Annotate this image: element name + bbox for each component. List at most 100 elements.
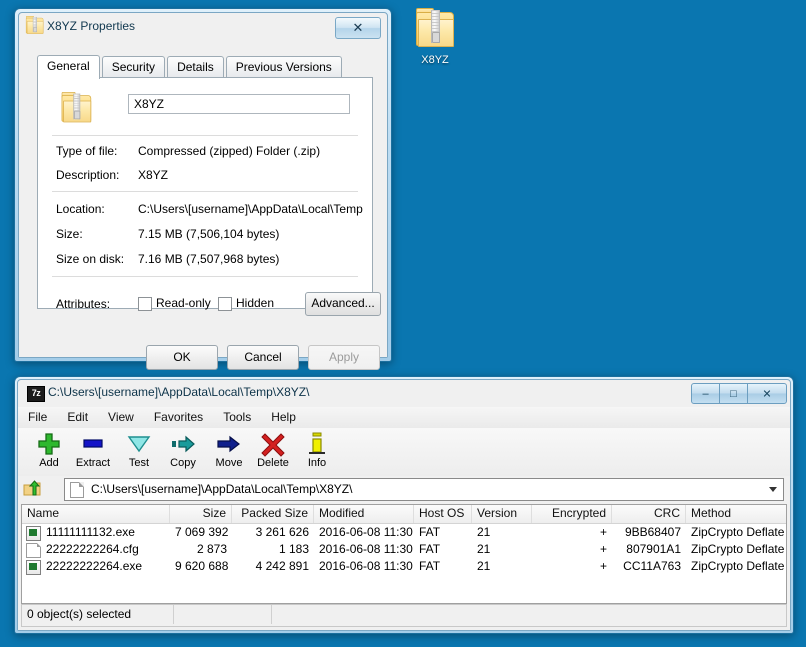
toolbar-extract-button[interactable]: Extract <box>70 431 116 469</box>
maximize-icon: □ <box>730 388 737 400</box>
cell-packed-size: 1 183 <box>232 541 314 558</box>
toolbar-add-label: Add <box>26 457 72 469</box>
cell-method: ZipCrypto Deflate <box>686 524 787 541</box>
toolbar-add-button[interactable]: Add <box>26 431 72 469</box>
titlebar-zip-icon <box>25 16 34 25</box>
file-name-input[interactable] <box>128 94 350 114</box>
close-icon: ✕ <box>762 387 771 400</box>
cell-packed-size: 3 261 626 <box>232 524 314 541</box>
cell-name: 11111111132.exe <box>41 524 170 541</box>
close-icon[interactable]: ✕ <box>335 17 381 39</box>
apply-button: Apply <box>308 345 380 370</box>
up-one-level-button[interactable] <box>22 478 50 502</box>
toolbar-copy-label: Copy <box>160 457 206 469</box>
desktop-icon-label: X8YZ <box>400 54 470 66</box>
file-list[interactable]: Name Size Packed Size Modified Host OS V… <box>21 504 787 604</box>
file-name-row <box>52 92 358 126</box>
toolbar-info-button[interactable]: Info <box>294 431 340 469</box>
sevenzip-title: C:\Users\[username]\AppData\Local\Temp\X… <box>48 385 309 399</box>
cell-encrypted: + <box>532 524 612 541</box>
chevron-down-icon[interactable] <box>769 487 777 492</box>
minimize-button[interactable]: – <box>691 383 720 404</box>
column-header-packed-size[interactable]: Packed Size <box>232 505 314 523</box>
cell-method: ZipCrypto Deflate <box>686 558 787 575</box>
ok-button[interactable]: OK <box>146 345 218 370</box>
toolbar: Add Extract Test <box>18 428 790 477</box>
table-row[interactable]: 22222222264.cfg 2 873 1 183 2016-06-08 1… <box>22 541 786 558</box>
size-value: 7.15 MB (7,506,104 bytes) <box>138 227 279 241</box>
cell-name: 22222222264.cfg <box>41 541 170 558</box>
column-header-version[interactable]: Version <box>472 505 532 523</box>
cell-method: ZipCrypto Deflate <box>686 541 787 558</box>
menu-view[interactable]: View <box>98 407 144 427</box>
sevenzip-titlebar[interactable]: 7z C:\Users\[username]\AppData\Local\Tem… <box>18 380 790 407</box>
status-bar: 0 object(s) selected <box>21 604 787 627</box>
divider-2 <box>52 191 358 192</box>
menu-tools[interactable]: Tools <box>213 407 261 427</box>
maximize-button[interactable]: □ <box>719 383 748 404</box>
properties-dialog-title: X8YZ Properties <box>47 19 135 33</box>
column-header-crc[interactable]: CRC <box>612 505 686 523</box>
sevenzip-window-inner: 7z C:\Users\[username]\AppData\Local\Tem… <box>17 379 791 631</box>
cell-modified: 2016-06-08 11:30 <box>314 558 414 575</box>
tab-general[interactable]: General <box>37 55 100 79</box>
read-only-checkbox[interactable] <box>138 297 152 311</box>
cell-encrypted: + <box>532 558 612 575</box>
menu-edit[interactable]: Edit <box>57 407 98 427</box>
close-button[interactable]: ✕ <box>747 383 787 404</box>
menu-help[interactable]: Help <box>261 407 306 427</box>
desktop-icon-x8yz[interactable]: X8YZ <box>400 8 470 66</box>
column-header-encrypted[interactable]: Encrypted <box>532 505 612 523</box>
column-header-modified[interactable]: Modified <box>314 505 414 523</box>
menu-file[interactable]: File <box>18 407 57 427</box>
tab-security[interactable]: Security <box>102 56 165 78</box>
table-row[interactable]: 22222222264.exe 9 620 688 4 242 891 2016… <box>22 558 786 575</box>
cancel-button[interactable]: Cancel <box>227 345 299 370</box>
table-row[interactable]: 11111111132.exe 7 069 392 3 261 626 2016… <box>22 524 786 541</box>
path-document-icon <box>70 482 84 498</box>
advanced-button[interactable]: Advanced... <box>305 292 381 316</box>
tab-details[interactable]: Details <box>167 56 224 78</box>
column-header-host-os[interactable]: Host OS <box>414 505 472 523</box>
file-type-exe-icon <box>26 526 41 541</box>
size-on-disk-value: 7.16 MB (7,507,968 bytes) <box>138 252 279 266</box>
size-on-disk-label: Size on disk: <box>56 252 124 266</box>
cell-version: 21 <box>472 524 532 541</box>
hidden-checkbox[interactable] <box>218 297 232 311</box>
delete-icon <box>250 431 296 457</box>
toolbar-move-label: Move <box>206 457 252 469</box>
type-of-file-value: Compressed (zipped) Folder (.zip) <box>138 144 320 158</box>
cell-packed-size: 4 242 891 <box>232 558 314 575</box>
address-combobox[interactable]: C:\Users\[username]\AppData\Local\Temp\X… <box>64 478 784 501</box>
toolbar-delete-button[interactable]: Delete <box>250 431 296 469</box>
status-cell-3 <box>272 605 392 624</box>
cell-name: 22222222264.exe <box>41 558 170 575</box>
description-value: X8YZ <box>138 168 168 182</box>
cell-host-os: FAT <box>414 524 472 541</box>
sevenzip-window: 7z C:\Users\[username]\AppData\Local\Tem… <box>14 376 794 634</box>
description-label: Description: <box>56 168 119 182</box>
menu-favorites[interactable]: Favorites <box>144 407 213 427</box>
toolbar-copy-button[interactable]: Copy <box>160 431 206 469</box>
attributes-label: Attributes: <box>56 297 110 311</box>
hidden-label: Hidden <box>236 296 274 310</box>
toolbar-delete-label: Delete <box>250 457 296 469</box>
cell-version: 21 <box>472 558 532 575</box>
toolbar-test-button[interactable]: Test <box>116 431 162 469</box>
properties-titlebar[interactable]: X8YZ Properties ✕ <box>19 13 387 40</box>
toolbar-info-label: Info <box>294 457 340 469</box>
tab-previous-versions[interactable]: Previous Versions <box>226 56 342 78</box>
cell-modified: 2016-06-08 11:30 <box>314 541 414 558</box>
type-of-file-label: Type of file: <box>56 144 117 158</box>
column-header-method[interactable]: Method <box>686 505 787 523</box>
file-type-exe-icon <box>26 560 41 575</box>
sevenzip-app-icon: 7z <box>27 386 45 402</box>
status-cell-2 <box>174 605 272 624</box>
column-header-name[interactable]: Name <box>22 505 170 523</box>
cell-crc: 9BB68407 <box>612 524 686 541</box>
cell-host-os: FAT <box>414 541 472 558</box>
toolbar-test-label: Test <box>116 457 162 469</box>
toolbar-move-button[interactable]: Move <box>206 431 252 469</box>
column-header-size[interactable]: Size <box>170 505 232 523</box>
location-label: Location: <box>56 202 105 216</box>
